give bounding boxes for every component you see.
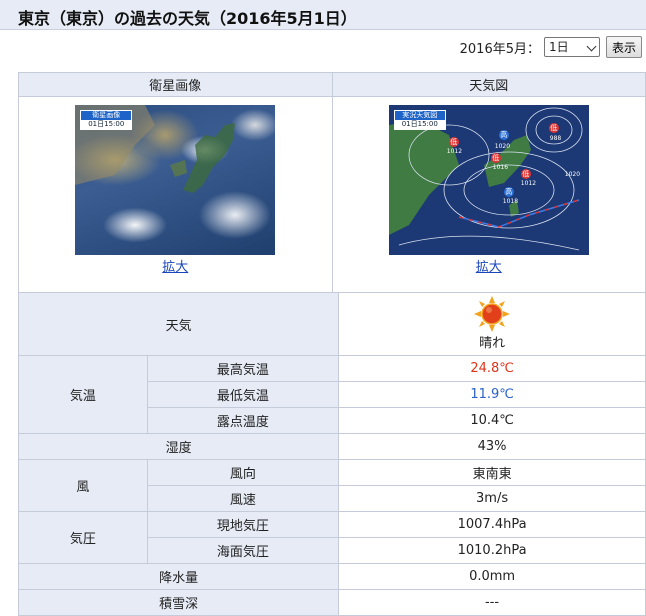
station-pressure-row: 気圧 現地気圧 1007.4hPa — [18, 511, 646, 564]
satellite-cell: 衛星画像 01日15:00 拡大 — [18, 96, 333, 295]
wind-group-label: 風 — [18, 459, 148, 512]
weather-map-badge-title: 実況天気図 — [402, 111, 438, 119]
chevron-down-icon — [586, 41, 597, 52]
satellite-badge-title: 衛星画像 — [92, 111, 121, 119]
pressure-group-label: 気圧 — [18, 511, 148, 564]
satellite-badge: 衛星画像 01日15:00 — [80, 110, 133, 130]
title-bar: 東京（東京）の過去の天気（2016年5月1日） — [0, 0, 646, 30]
precipitation-value: 0.0mm — [338, 563, 646, 590]
low-pressure-label: 低 — [520, 169, 531, 179]
pressure-value: 1020 — [494, 143, 511, 150]
min-temp-label: 最低気温 — [146, 381, 340, 408]
weather-label: 天気 — [17, 292, 340, 356]
weather-map-cell: 低 低 低 低 高 高 1012 1012 1016 1018 1020 102… — [331, 96, 646, 295]
low-pressure-label: 低 — [490, 153, 501, 163]
show-button[interactable]: 表示 — [605, 36, 642, 58]
min-temp-value: 11.9℃ — [338, 381, 646, 408]
humidity-row: 湿度 43% — [17, 433, 646, 460]
low-pressure-label: 低 — [548, 123, 559, 133]
day-select-value: 1日 — [548, 40, 569, 54]
wind-direction-label: 風向 — [146, 459, 340, 486]
pressure-value: 1018 — [502, 198, 519, 205]
sea-level-pressure-value: 1010.2hPa — [338, 537, 646, 564]
weather-map-heading: 天気図 — [331, 72, 646, 97]
max-temp-label: 最高気温 — [146, 355, 340, 382]
wind-speed-label: 風速 — [146, 485, 340, 512]
precipitation-label: 降水量 — [17, 563, 340, 590]
precipitation-row: 降水量 0.0mm — [17, 563, 646, 590]
max-temp-value: 24.8℃ — [338, 355, 646, 382]
weather-value-cell: 晴れ — [338, 292, 646, 356]
weather-map-badge: 実況天気図 01日15:00 — [393, 110, 446, 130]
sea-level-pressure-label: 海面気圧 — [146, 537, 340, 564]
snow-depth-value: --- — [338, 589, 646, 616]
weather-map-image[interactable]: 低 低 低 低 高 高 1012 1012 1016 1018 1020 102… — [388, 105, 589, 255]
max-temp-row: 気温 最高気温 24.8℃ — [18, 355, 646, 434]
dew-point-value: 10.4℃ — [338, 407, 646, 434]
weather-map-badge-time: 01日15:00 — [394, 120, 445, 129]
pressure-value: 1012 — [520, 180, 537, 187]
pressure-value: 1012 — [446, 148, 463, 155]
station-pressure-value: 1007.4hPa — [338, 511, 646, 538]
wind-speed-value: 3m/s — [338, 485, 646, 512]
day-select[interactable]: 1日 — [543, 37, 600, 57]
date-picker: 2016年5月： 1日 表示 — [460, 36, 642, 58]
snow-depth-label: 積雪深 — [17, 589, 340, 616]
weather-value: 晴れ — [479, 336, 506, 351]
dew-point-label: 露点温度 — [146, 407, 340, 434]
satellite-zoom-link[interactable]: 拡大 — [162, 256, 188, 275]
wind-direction-value: 東南東 — [338, 459, 646, 486]
high-pressure-label: 高 — [503, 187, 514, 197]
weather-row: 天気 晴れ — [17, 292, 646, 356]
humidity-label: 湿度 — [17, 433, 340, 460]
pressure-value: 1020 — [564, 171, 581, 178]
high-pressure-label: 高 — [498, 130, 509, 140]
images-table: 衛星画像 天気図 衛星画像 01日15:00 拡大 低 低 低 低 高 高 10… — [18, 72, 646, 295]
low-pressure-label: 低 — [448, 137, 459, 147]
sunny-icon — [474, 296, 511, 332]
humidity-value: 43% — [338, 433, 646, 460]
satellite-heading: 衛星画像 — [18, 72, 333, 97]
month-label: 2016年5月： — [459, 41, 540, 57]
station-pressure-label: 現地気圧 — [146, 511, 340, 538]
snow-depth-row: 積雪深 --- — [17, 589, 646, 616]
page-title: 東京（東京）の過去の天気（2016年5月1日） — [18, 9, 357, 28]
satellite-image[interactable]: 衛星画像 01日15:00 — [75, 105, 276, 255]
pressure-value: 1016 — [492, 164, 509, 171]
satellite-badge-time: 01日15:00 — [81, 120, 132, 129]
observation-table: 天気 晴れ 気温 最高気温 24.8℃ 最低気温 11.9℃ 露点温度 10.4… — [17, 292, 646, 616]
weather-map-zoom-link[interactable]: 拡大 — [476, 256, 502, 275]
wind-direction-row: 風 風向 東南東 — [18, 459, 646, 512]
pressure-value: 988 — [549, 135, 562, 142]
temperature-group-label: 気温 — [18, 355, 148, 434]
